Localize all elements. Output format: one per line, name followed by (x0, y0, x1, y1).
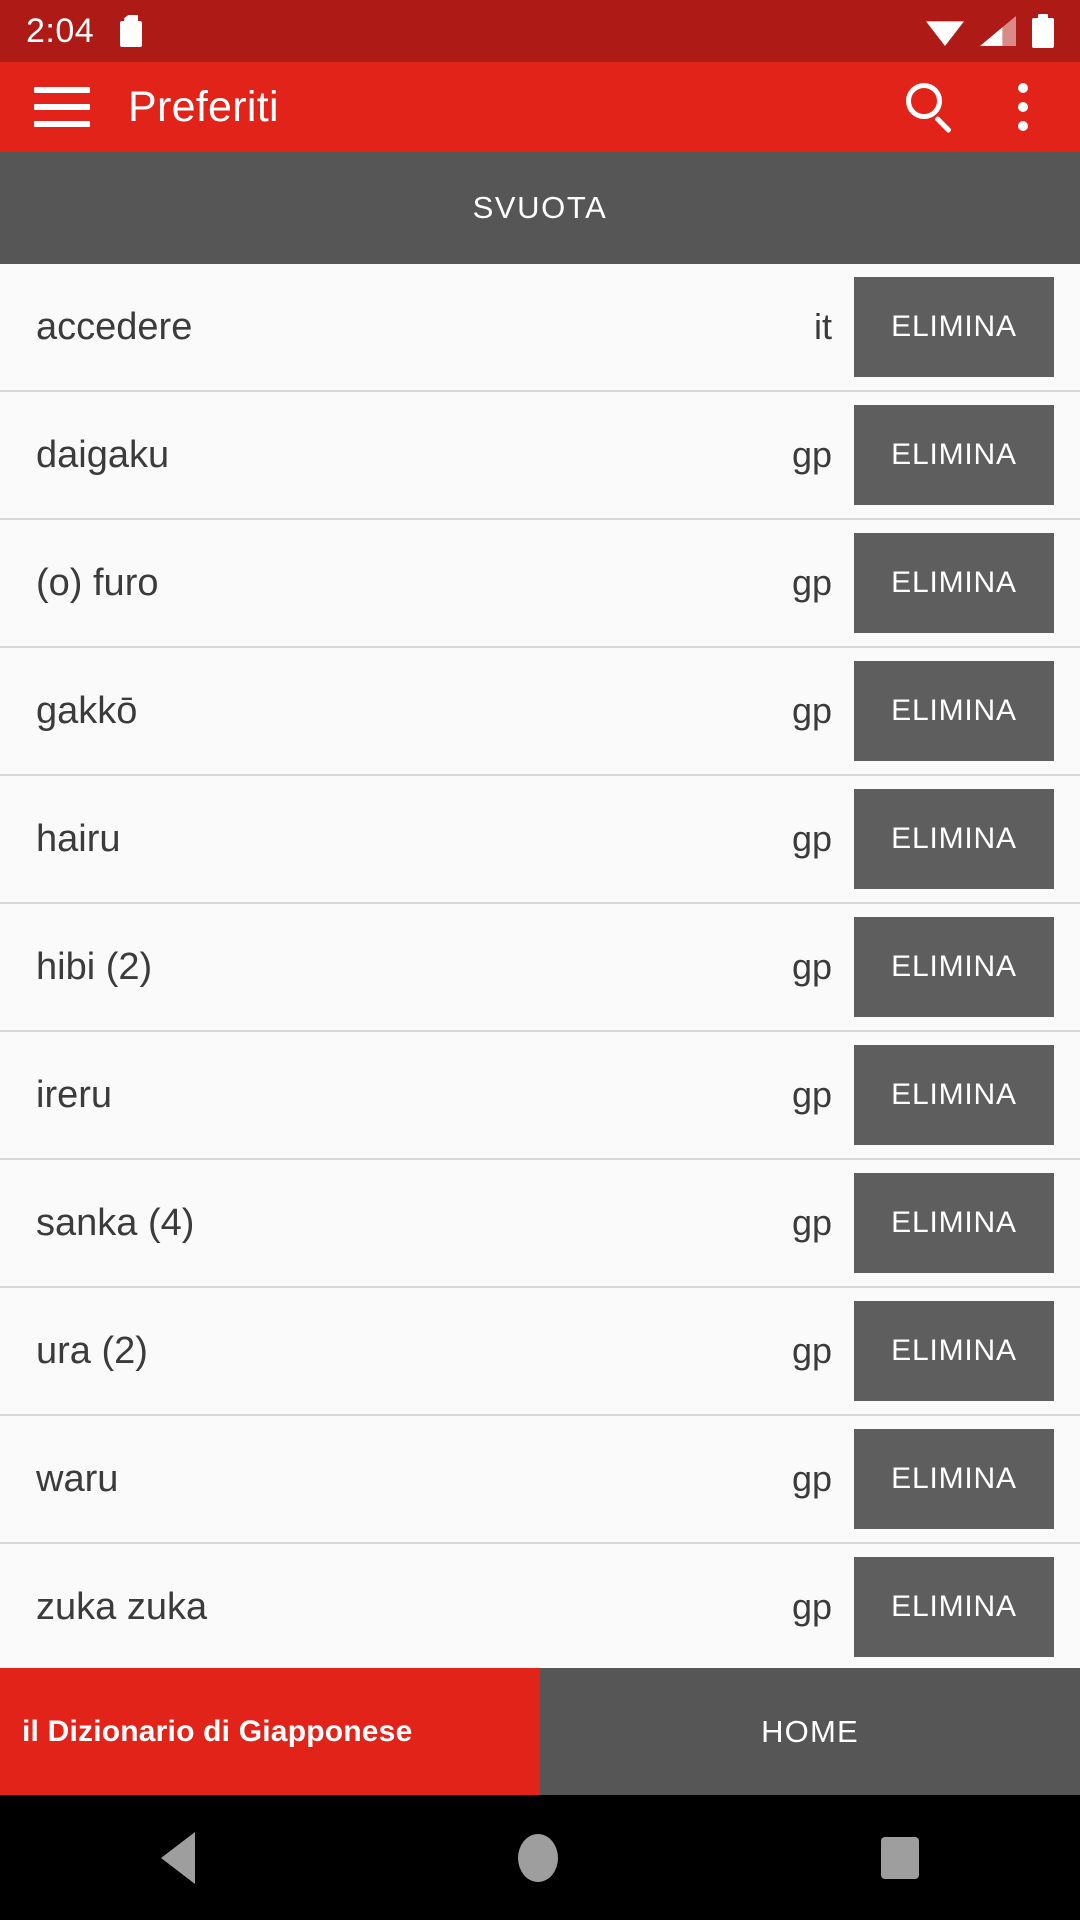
circle-home-icon[interactable] (517, 1833, 558, 1882)
table-row[interactable]: daigaku gp ELIMINA (0, 392, 1080, 520)
status-bar: 2:04 (0, 0, 1080, 62)
entry-language: gp (791, 690, 832, 731)
table-row[interactable]: (o) furo gp ELIMINA (0, 520, 1080, 648)
app-screen: 2:04 Preferiti SVUOTA accedere it ELIMIN… (0, 0, 1080, 1920)
delete-button[interactable]: ELIMINA (854, 405, 1054, 505)
delete-button[interactable]: ELIMINA (854, 533, 1054, 633)
more-vertical-icon[interactable] (1018, 83, 1028, 131)
android-navigation-bar (0, 1795, 1080, 1920)
table-row[interactable]: ireru gp ELIMINA (0, 1032, 1080, 1160)
entry-word: ura (2) (36, 1329, 148, 1372)
delete-button[interactable]: ELIMINA (854, 1173, 1054, 1273)
hamburger-menu-icon[interactable] (34, 87, 90, 127)
page-title: Preferiti (128, 82, 279, 131)
app-bar-actions (904, 81, 1080, 134)
wifi-icon (926, 21, 964, 46)
bottom-bar: il Dizionario di Giapponese HOME (0, 1668, 1080, 1795)
delete-label: ELIMINA (891, 310, 1017, 343)
entry-word: ireru (36, 1073, 113, 1116)
entry-language: gp (791, 1586, 832, 1627)
delete-label: ELIMINA (891, 950, 1017, 983)
entry-language: gp (791, 1202, 832, 1243)
entry-language: gp (791, 818, 832, 859)
entry-language: gp (791, 1074, 832, 1115)
square-recents-icon[interactable] (880, 1836, 919, 1879)
table-row[interactable]: sanka (4) gp ELIMINA (0, 1160, 1080, 1288)
delete-label: ELIMINA (891, 822, 1017, 855)
delete-button[interactable]: ELIMINA (854, 789, 1054, 889)
entry-word: gakkō (36, 689, 138, 732)
brand-label: il Dizionario di Giapponese (22, 1714, 413, 1748)
favourites-list[interactable]: accedere it ELIMINA daigaku gp ELIMINA (o) fur… (0, 264, 1080, 1668)
table-row[interactable]: ura (2) gp ELIMINA (0, 1288, 1080, 1416)
table-row[interactable]: waru gp ELIMINA (0, 1416, 1080, 1544)
entry-language: gp (791, 562, 832, 603)
entry-language: it (814, 306, 832, 347)
status-clock: 2:04 (26, 11, 95, 50)
table-row[interactable]: accedere it ELIMINA (0, 264, 1080, 392)
delete-label: ELIMINA (891, 438, 1017, 471)
delete-label: ELIMINA (891, 566, 1017, 599)
entry-word: daigaku (36, 433, 170, 476)
delete-button[interactable]: ELIMINA (854, 917, 1054, 1017)
table-row[interactable]: gakkō gp ELIMINA (0, 648, 1080, 776)
entry-language: gp (791, 1330, 832, 1371)
search-icon[interactable] (904, 81, 956, 134)
delete-label: ELIMINA (891, 1590, 1017, 1623)
delete-button[interactable]: ELIMINA (854, 1045, 1054, 1145)
entry-language: gp (791, 434, 832, 475)
clear-all-label: SVUOTA (472, 190, 608, 225)
brand-button[interactable]: il Dizionario di Giapponese (0, 1668, 540, 1795)
home-button[interactable]: HOME (540, 1668, 1080, 1795)
home-label: HOME (761, 1713, 859, 1749)
entry-language: gp (791, 946, 832, 987)
delete-label: ELIMINA (891, 694, 1017, 727)
delete-label: ELIMINA (891, 1334, 1017, 1367)
entry-word: waru (36, 1457, 119, 1500)
delete-label: ELIMINA (891, 1462, 1017, 1495)
delete-label: ELIMINA (891, 1206, 1017, 1239)
table-row[interactable]: hibi (2) gp ELIMINA (0, 904, 1080, 1032)
entry-word: hibi (2) (36, 945, 153, 988)
delete-button[interactable]: ELIMINA (854, 1557, 1054, 1657)
battery-icon (1032, 14, 1054, 48)
entry-language: gp (791, 1458, 832, 1499)
triangle-back-icon[interactable] (161, 1831, 196, 1884)
cellular-signal-icon (980, 16, 1016, 46)
entry-word: (o) furo (36, 561, 159, 604)
entry-word: sanka (4) (36, 1201, 195, 1244)
entry-word: accedere (36, 305, 193, 348)
delete-button[interactable]: ELIMINA (854, 1429, 1054, 1529)
table-row[interactable]: hairu gp ELIMINA (0, 776, 1080, 904)
app-bar: Preferiti (0, 62, 1080, 152)
delete-button[interactable]: ELIMINA (854, 277, 1054, 377)
delete-button[interactable]: ELIMINA (854, 661, 1054, 761)
delete-button[interactable]: ELIMINA (854, 1301, 1054, 1401)
clear-all-button[interactable]: SVUOTA (0, 152, 1080, 264)
delete-label: ELIMINA (891, 1078, 1017, 1111)
entry-word: zuka zuka (36, 1585, 208, 1628)
entry-word: hairu (36, 817, 121, 860)
sd-card-icon (120, 15, 143, 47)
status-icons (926, 14, 1054, 48)
table-row[interactable]: zuka zuka gp ELIMINA (0, 1544, 1080, 1668)
